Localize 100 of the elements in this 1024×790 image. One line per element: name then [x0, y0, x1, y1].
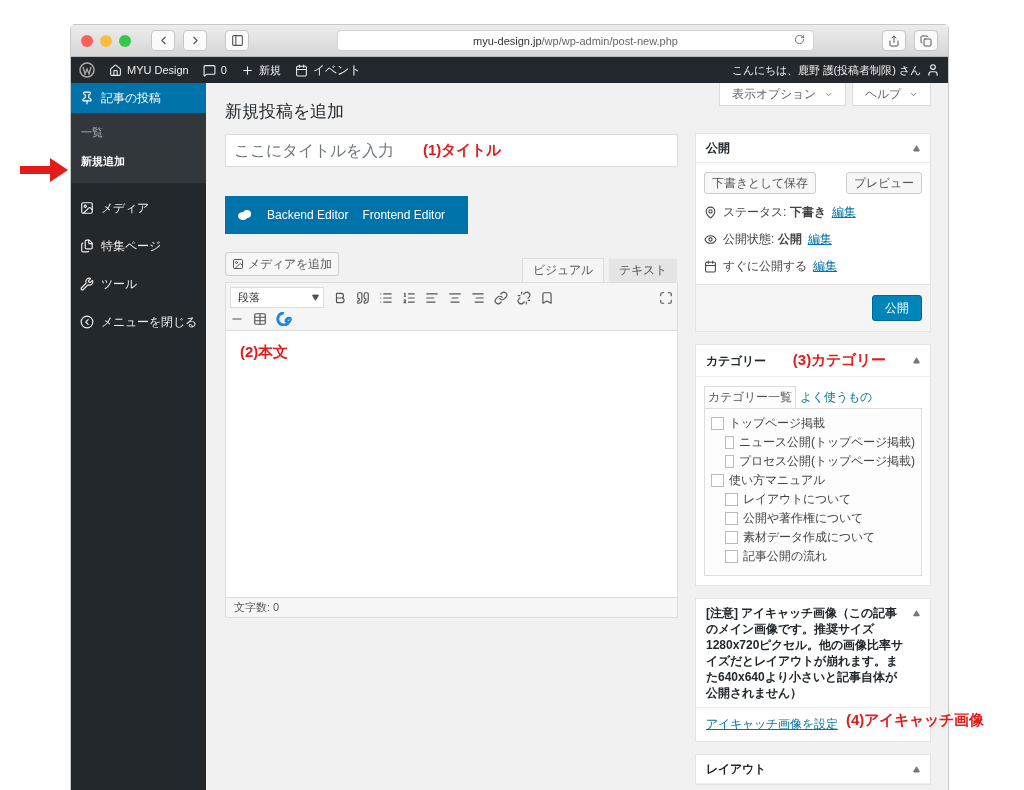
collapse-arrow-icon[interactable] [913, 357, 920, 364]
category-label: 素材データ作成について [743, 530, 875, 545]
edit-link[interactable]: 編集 [831, 204, 856, 221]
panel-title: [注意] アイキャッチ画像（この記事のメイン画像です。推奨サイズ1280x720ピクセル。他の画像比率サイズだとレイアウトが崩れます。また640x640より小さいと記事自体が公開されません） [706, 605, 905, 701]
category-checkbox[interactable] [725, 531, 738, 544]
add-media-button[interactable]: メディアを追加 [225, 252, 339, 276]
submenu-item[interactable]: 一覧 [71, 121, 206, 144]
event-link[interactable]: イベント [294, 61, 361, 79]
set-featured-image-link[interactable]: アイキャッチ画像を設定 [706, 716, 838, 733]
category-label: レイアウトについて [743, 492, 851, 507]
media-icon [232, 258, 244, 270]
caret-icon [312, 294, 319, 301]
category-label: ニュース公開(トップページ掲載) [739, 435, 915, 450]
arrow-icon [20, 156, 68, 184]
submenu-item[interactable]: 新規追加 [71, 150, 206, 173]
numbered-list-icon[interactable] [402, 290, 416, 305]
media-icon [80, 201, 94, 215]
sidebar-item[interactable]: ツール [71, 265, 206, 303]
unlink-icon[interactable] [517, 290, 531, 305]
home-icon [109, 63, 122, 77]
align-left-icon[interactable] [425, 290, 439, 305]
panel-title: レイアウト [706, 761, 766, 777]
category-label: トップページ掲載 [729, 416, 825, 431]
screen-tab[interactable]: ヘルプ [852, 83, 931, 106]
user-icon [926, 63, 940, 77]
sidebar-button[interactable] [225, 30, 249, 51]
category-tab[interactable]: カテゴリー一覧 [704, 386, 796, 408]
editor-mode-button[interactable]: Backend Editor [267, 208, 349, 222]
editor-tab[interactable]: ビジュアル [522, 258, 604, 282]
page-title: 新規投稿を追加 [225, 101, 345, 123]
account-link[interactable]: こんにちは、鹿野 護(投稿者制限) さん [731, 62, 940, 78]
preview-button[interactable]: プレビュー [846, 172, 922, 194]
edit-link[interactable]: 編集 [813, 258, 837, 275]
align-center-icon[interactable] [448, 290, 462, 305]
eye-icon [704, 233, 717, 246]
tabs-icon [920, 34, 932, 47]
link-icon[interactable] [494, 290, 508, 305]
format-select[interactable]: 段落 [230, 287, 324, 308]
sidebar-item[interactable]: 記事の投稿 [71, 83, 206, 113]
forward-button[interactable] [183, 30, 207, 51]
screen-tab[interactable]: 表示オプション [719, 83, 846, 106]
publish-button[interactable]: 公開 [872, 295, 922, 321]
category-label: 公開や著作権について [743, 511, 863, 526]
editor-mode-button[interactable]: Frontend Editor [362, 208, 446, 222]
bullet-list-icon[interactable] [379, 290, 393, 305]
plus-icon [240, 63, 254, 77]
category-tab[interactable]: よく使うもの [796, 386, 876, 408]
back-button[interactable] [151, 30, 175, 51]
collapse-icon [80, 315, 94, 329]
sidebar-item[interactable]: 特集ページ [71, 227, 206, 265]
publish-setting: すぐに公開する [723, 258, 807, 275]
category-checkbox[interactable] [725, 436, 734, 449]
category-label: プロセス公開(トップページ掲載) [739, 454, 915, 469]
category-label: 記事公開の流れ [743, 549, 827, 564]
category-checkbox[interactable] [725, 455, 734, 468]
annotation-label: (2)本文 [240, 343, 289, 360]
pin-icon [80, 91, 94, 105]
tabs-button[interactable] [914, 30, 938, 51]
edit-link[interactable]: 編集 [807, 231, 832, 248]
comment-icon [202, 63, 216, 77]
category-checkbox[interactable] [725, 493, 738, 506]
pin-icon [704, 206, 717, 219]
save-draft-button[interactable]: 下書きとして保存 [704, 172, 816, 194]
wrench-icon [80, 277, 94, 291]
category-checkbox[interactable] [725, 512, 738, 525]
publish-setting: ステータス: 下書き [723, 204, 826, 221]
collapse-arrow-icon[interactable] [913, 610, 920, 617]
category-checkbox[interactable] [725, 550, 738, 563]
bookmark-icon[interactable] [540, 290, 554, 305]
table-icon[interactable] [253, 312, 267, 326]
collapse-arrow-icon[interactable] [913, 144, 920, 152]
close-window-button[interactable] [81, 34, 93, 47]
sidebar-item[interactable]: メニューを閉じる [71, 303, 206, 341]
quote-icon[interactable] [356, 290, 370, 305]
comments-link[interactable]: 0 [202, 63, 227, 77]
editor-tab[interactable]: テキスト [608, 258, 678, 282]
new-link[interactable]: 新規 [240, 62, 281, 78]
align-right-icon[interactable] [471, 290, 485, 305]
calendar-icon [294, 63, 308, 77]
category-checkbox[interactable] [711, 474, 724, 487]
wave-icon[interactable] [276, 312, 292, 326]
editor-area[interactable]: (2)本文 [225, 330, 678, 598]
category-checkbox[interactable] [711, 417, 724, 430]
panel-title: 公開 [706, 140, 730, 156]
share-icon [888, 34, 900, 47]
sidebar-icon [230, 34, 244, 47]
bold-icon[interactable] [333, 290, 347, 305]
category-label: 使い方マニュアル [729, 473, 825, 488]
wordpress-logo[interactable] [79, 62, 95, 78]
site-link[interactable]: MYU Design [109, 63, 189, 77]
sidebar-item[interactable]: メディア [71, 189, 206, 227]
annotation-label: (3)カテゴリー [792, 351, 887, 370]
reload-icon[interactable] [794, 34, 805, 45]
share-button[interactable] [882, 30, 906, 51]
cloud-icon [237, 209, 253, 221]
annotation-label: (1)タイトル [423, 141, 502, 158]
fullscreen-icon[interactable] [659, 290, 673, 305]
address-bar[interactable]: myu-design.jp/wp/wp-admin/post-new.php [337, 30, 814, 51]
collapse-arrow-icon[interactable] [913, 765, 920, 773]
annotation-label: (4)アイキャッチ画像 [846, 711, 985, 728]
